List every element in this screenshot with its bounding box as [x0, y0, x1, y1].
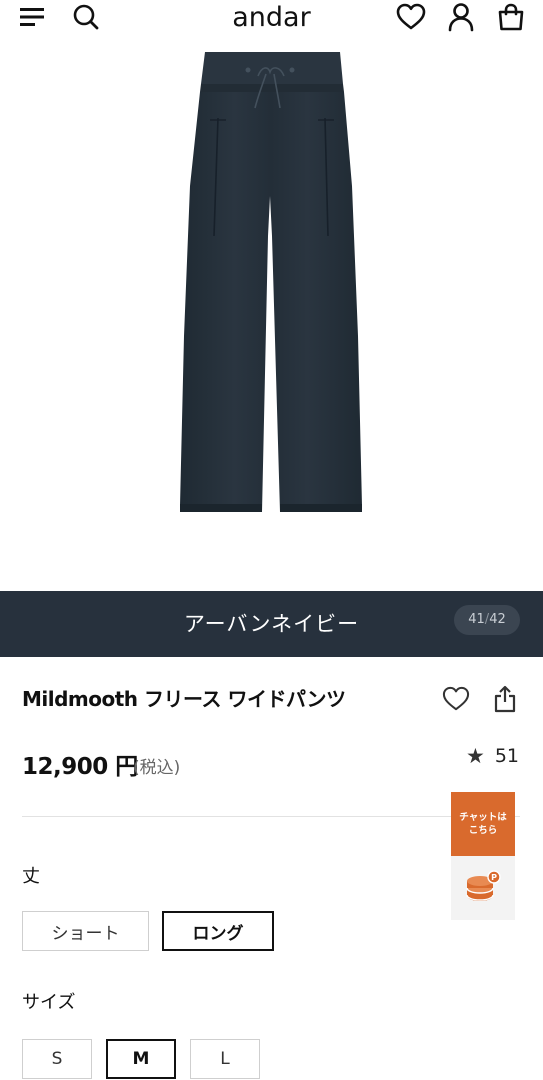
heart-icon[interactable]: [396, 2, 426, 32]
image-counter-current: 41: [468, 612, 485, 627]
divider: [22, 816, 520, 817]
product-price: 12,900 円: [22, 754, 138, 780]
image-counter: 41/42: [454, 605, 520, 635]
svg-text:P: P: [491, 873, 497, 882]
size-option-label: サイズ: [22, 992, 76, 1013]
length-option-long[interactable]: ロング: [162, 911, 274, 951]
top-header: andar: [0, 0, 543, 36]
share-icon[interactable]: [489, 683, 521, 715]
product-image[interactable]: [0, 36, 543, 591]
chat-button[interactable]: チャットは こちら: [451, 792, 515, 856]
chat-label-line1: チャットは: [459, 812, 507, 823]
chat-label-line2: こちら: [468, 825, 498, 836]
wishlist-heart-icon[interactable]: [440, 683, 472, 715]
search-icon[interactable]: [71, 2, 101, 32]
size-option-l[interactable]: L: [190, 1039, 260, 1079]
menu-icon[interactable]: [18, 2, 48, 32]
product-title: Mildmooth フリース ワイドパンツ: [22, 687, 346, 711]
image-counter-total: 42: [489, 612, 506, 627]
review-rating[interactable]: ★ 51: [466, 744, 519, 768]
color-name-bar: アーバンネイビー 41/42: [0, 591, 543, 657]
review-count: 51: [494, 745, 520, 767]
tax-note: (税込): [133, 758, 181, 778]
length-option-label: 丈: [22, 866, 40, 887]
length-option-short[interactable]: ショート: [22, 911, 149, 951]
size-option-m[interactable]: M: [106, 1039, 176, 1079]
size-option-s[interactable]: S: [22, 1039, 92, 1079]
account-icon[interactable]: [446, 2, 476, 32]
logo-text[interactable]: andar: [232, 2, 310, 33]
points-button[interactable]: P: [451, 856, 515, 920]
coin-stack-icon: P: [466, 870, 501, 901]
cart-icon[interactable]: [496, 2, 526, 32]
star-icon: ★: [466, 744, 485, 768]
